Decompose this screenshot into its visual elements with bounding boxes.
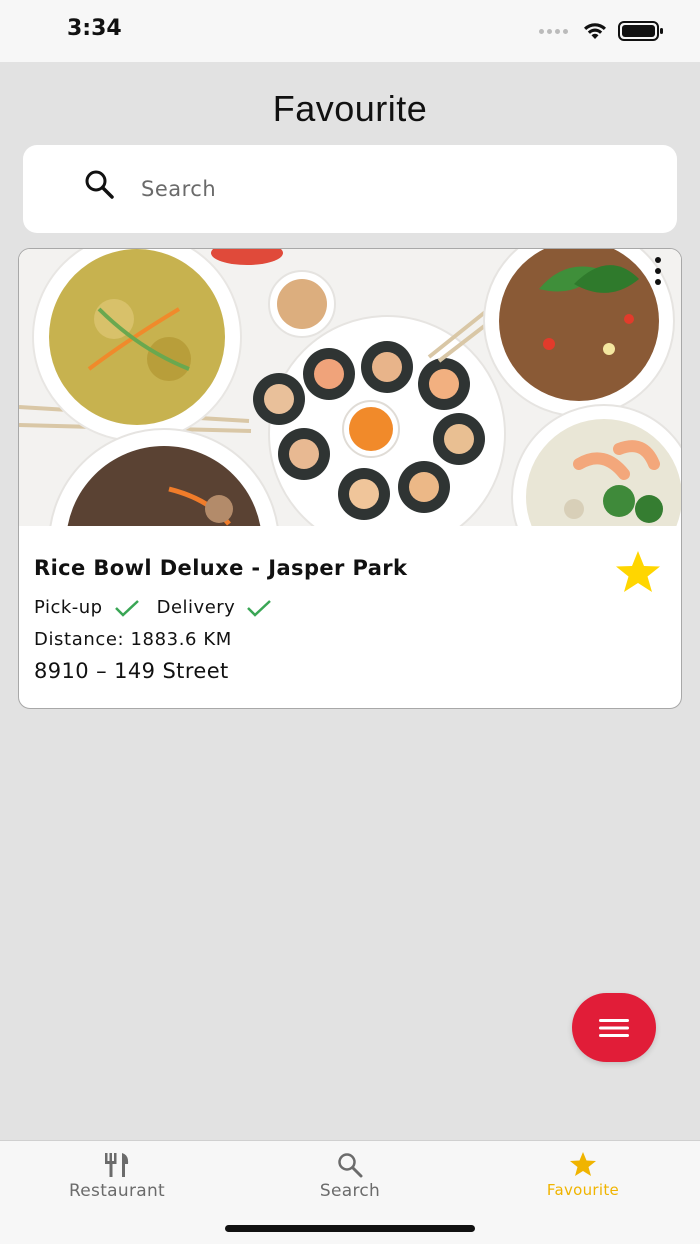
service-options: Pick-up Delivery (34, 597, 279, 618)
restaurant-address: 8910 – 149 Street (34, 659, 229, 683)
delivery-check-icon (247, 599, 272, 617)
pickup-check-icon (114, 599, 139, 617)
star-icon (570, 1152, 596, 1176)
favourite-star-icon[interactable] (613, 549, 663, 595)
restaurant-card[interactable]: Rice Bowl Deluxe - Jasper Park Pick-up D… (18, 248, 682, 709)
tab-search[interactable]: Search (250, 1151, 450, 1201)
restaurant-distance: Distance: 1883.6 KM (34, 629, 232, 650)
battery-icon (618, 21, 663, 41)
fork-knife-icon (105, 1153, 129, 1177)
search-icon (85, 170, 114, 199)
page-title: Favourite (272, 88, 428, 129)
tab-favourite[interactable]: Favourite (483, 1151, 683, 1199)
tab-restaurant[interactable]: Restaurant (17, 1151, 217, 1201)
tab-label-search: Search (319, 1181, 381, 1201)
more-options-icon[interactable] (651, 255, 665, 287)
wifi-icon (584, 23, 606, 39)
status-bar: 3:34 (0, 0, 700, 62)
signal-icon (539, 28, 568, 34)
delivery-label: Delivery (156, 597, 236, 618)
status-time: 3:34 (67, 16, 122, 41)
tab-label-favourite: Favourite (546, 1181, 620, 1199)
search-icon (338, 1153, 363, 1178)
restaurant-image (19, 249, 681, 526)
search-input[interactable] (141, 173, 641, 205)
status-icons (539, 20, 664, 42)
menu-fab-button[interactable] (572, 993, 656, 1062)
home-indicator (225, 1225, 475, 1232)
food-photo (19, 249, 681, 526)
tab-label-restaurant: Restaurant (68, 1181, 166, 1201)
menu-icon (599, 1018, 629, 1037)
restaurant-name: Rice Bowl Deluxe - Jasper Park (34, 556, 408, 580)
search-box[interactable] (23, 145, 677, 233)
pickup-label: Pick-up (34, 597, 103, 618)
